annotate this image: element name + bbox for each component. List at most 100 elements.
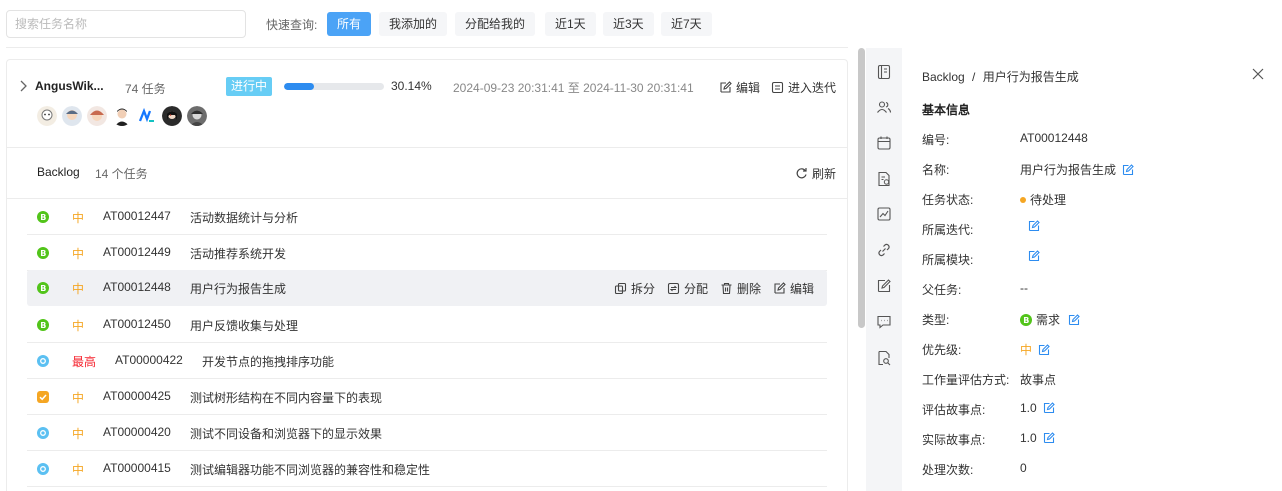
task-priority: 中: [72, 282, 85, 296]
task-name[interactable]: 测试树形结构在不同内容量下的表现: [190, 389, 382, 406]
edit-icon[interactable]: [1028, 250, 1040, 262]
svg-text:B: B: [40, 213, 46, 222]
task-row[interactable]: 中 AT00000415 测试编辑器功能不同浏览器的兼容性和稳定性: [27, 451, 827, 487]
member-avatar[interactable]: [37, 106, 57, 126]
basic-info-icon[interactable]: [876, 64, 892, 80]
breadcrumb: Backlog / 用户行为报告生成: [922, 68, 1079, 85]
field-label-module: 所属模块:: [922, 253, 974, 267]
refresh-button[interactable]: 刷新: [795, 165, 836, 182]
task-name[interactable]: 测试不同设备和浏览器下的显示效果: [190, 425, 382, 442]
chart-icon[interactable]: [876, 206, 892, 222]
assign-task-button[interactable]: 分配: [667, 280, 708, 297]
member-avatar[interactable]: [112, 106, 132, 126]
quick-filter-label: 快速查询:: [266, 18, 318, 32]
backlog-task-count: 14 个任务: [95, 167, 148, 181]
close-icon[interactable]: [1252, 68, 1264, 80]
link-icon[interactable]: [876, 242, 892, 258]
story-type-icon: B: [1020, 313, 1032, 326]
chevron-right-icon[interactable]: [18, 80, 28, 92]
task-search-input[interactable]: [6, 10, 246, 38]
quick-filter-last-1-day[interactable]: 近1天: [545, 12, 596, 36]
edit-icon: [720, 81, 732, 93]
field-value-estimated-points: 1.0: [1020, 401, 1055, 415]
member-avatar[interactable]: [187, 106, 207, 126]
assign-label: 分配: [684, 282, 709, 296]
trash-icon: [721, 282, 732, 295]
task-name[interactable]: 活动数据统计与分析: [190, 209, 298, 226]
quick-filter-all[interactable]: 所有: [327, 12, 372, 36]
edit-icon[interactable]: [1028, 220, 1040, 232]
quick-filter-added-by-me[interactable]: 我添加的: [379, 12, 448, 36]
search-doc-icon[interactable]: [876, 350, 892, 366]
task-row[interactable]: 最高 AT00000422 开发节点的拖拽排序功能: [27, 343, 827, 379]
split-icon: [614, 282, 627, 295]
quick-filter-last-7-days[interactable]: 近7天: [661, 12, 712, 36]
task-id-value: AT00012448: [1020, 131, 1088, 145]
list-scrollbar[interactable]: [858, 48, 865, 328]
task-priority: 中: [72, 247, 85, 261]
task-name[interactable]: 测试编辑器功能不同浏览器的兼容性和稳定性: [190, 461, 430, 478]
split-label: 拆分: [631, 282, 656, 296]
task-name[interactable]: 活动推荐系统开发: [190, 245, 286, 262]
split-task-button[interactable]: 拆分: [614, 280, 655, 297]
member-avatar[interactable]: [87, 106, 107, 126]
sprint-edit-button[interactable]: 编辑: [719, 79, 760, 96]
edit-icon[interactable]: [1068, 313, 1080, 326]
edit-icon[interactable]: [1038, 343, 1050, 356]
sprint-edit-label: 编辑: [736, 81, 761, 95]
task-priority: 中: [72, 391, 85, 405]
delete-task-button[interactable]: 删除: [720, 280, 761, 297]
field-label-process-count: 处理次数:: [922, 463, 974, 477]
task-type-icon: [37, 463, 49, 475]
task-name[interactable]: 用户反馈收集与处理: [190, 317, 298, 334]
people-icon[interactable]: [876, 99, 892, 115]
field-value-status: 待处理: [1020, 191, 1066, 208]
sprint-members: [37, 106, 207, 126]
task-code: AT00000420: [103, 425, 171, 439]
member-avatar[interactable]: [162, 106, 182, 126]
field-label-id: 编号:: [922, 133, 950, 147]
backlog-title: Backlog: [37, 165, 80, 179]
sprint-name[interactable]: AngusWik...: [35, 79, 115, 93]
member-avatar[interactable]: [137, 106, 157, 126]
member-avatar[interactable]: [62, 106, 82, 126]
task-priority: 中: [72, 427, 85, 441]
top-divider: [6, 47, 848, 48]
edit-icon[interactable]: [1043, 402, 1055, 414]
task-priority-value: 中: [1020, 343, 1033, 357]
task-detail-panel: Backlog / 用户行为报告生成 基本信息 编号: AT00012448 名…: [902, 48, 1282, 491]
task-row[interactable]: B 中 AT00012449 活动推荐系统开发: [27, 235, 827, 271]
edit-icon[interactable]: [1043, 432, 1055, 444]
calendar-icon[interactable]: [876, 135, 892, 151]
quick-filter-last-3-days[interactable]: 近3天: [603, 12, 654, 36]
field-label-parent: 父任务:: [922, 283, 962, 297]
task-name[interactable]: 开发节点的拖拽排序功能: [202, 353, 334, 370]
status-dot: [1020, 196, 1026, 203]
task-code: AT00012449: [103, 245, 171, 259]
svg-text:B: B: [1023, 316, 1029, 325]
task-row[interactable]: 中 AT00000425 测试树形结构在不同内容量下的表现: [27, 379, 827, 415]
task-row[interactable]: B 中 AT00012450 用户反馈收集与处理: [27, 307, 827, 343]
edit-task-button[interactable]: 编辑: [773, 280, 814, 297]
story-type-icon: B: [37, 282, 49, 294]
file-check-icon[interactable]: [876, 171, 892, 187]
edit-note-icon[interactable]: [876, 278, 892, 294]
enter-sprint-button[interactable]: 进入迭代: [771, 79, 836, 96]
task-row[interactable]: 中 AT00000420 测试不同设备和浏览器下的显示效果: [27, 415, 827, 451]
task-code: AT00012448: [103, 280, 171, 294]
field-value-actual-points: 1.0: [1020, 431, 1055, 445]
task-row-hovered[interactable]: B 中 AT00012448 用户行为报告生成 拆分 分配 删除 编辑: [27, 270, 827, 306]
task-row[interactable]: B 中 AT00012447 活动数据统计与分析: [27, 199, 827, 235]
top-bar: 快速查询: 所有 我添加的 分配给我的 近1天 近3天 近7天: [0, 0, 1282, 48]
edit-icon[interactable]: [1122, 163, 1134, 176]
refresh-label: 刷新: [812, 167, 837, 181]
quick-filter-assigned-to-me[interactable]: 分配给我的: [455, 12, 536, 36]
breadcrumb-separator: /: [972, 70, 976, 84]
field-value-estimate-method: 故事点: [1020, 371, 1056, 388]
estimate-method-value: 故事点: [1020, 373, 1057, 387]
comment-icon[interactable]: [876, 314, 892, 330]
field-label-name: 名称:: [922, 163, 950, 177]
breadcrumb-parent[interactable]: Backlog: [922, 70, 965, 84]
sprint-date-range: 2024-09-23 20:31:41 至 2024-11-30 20:31:4…: [453, 81, 694, 95]
task-name[interactable]: 用户行为报告生成: [190, 280, 286, 297]
